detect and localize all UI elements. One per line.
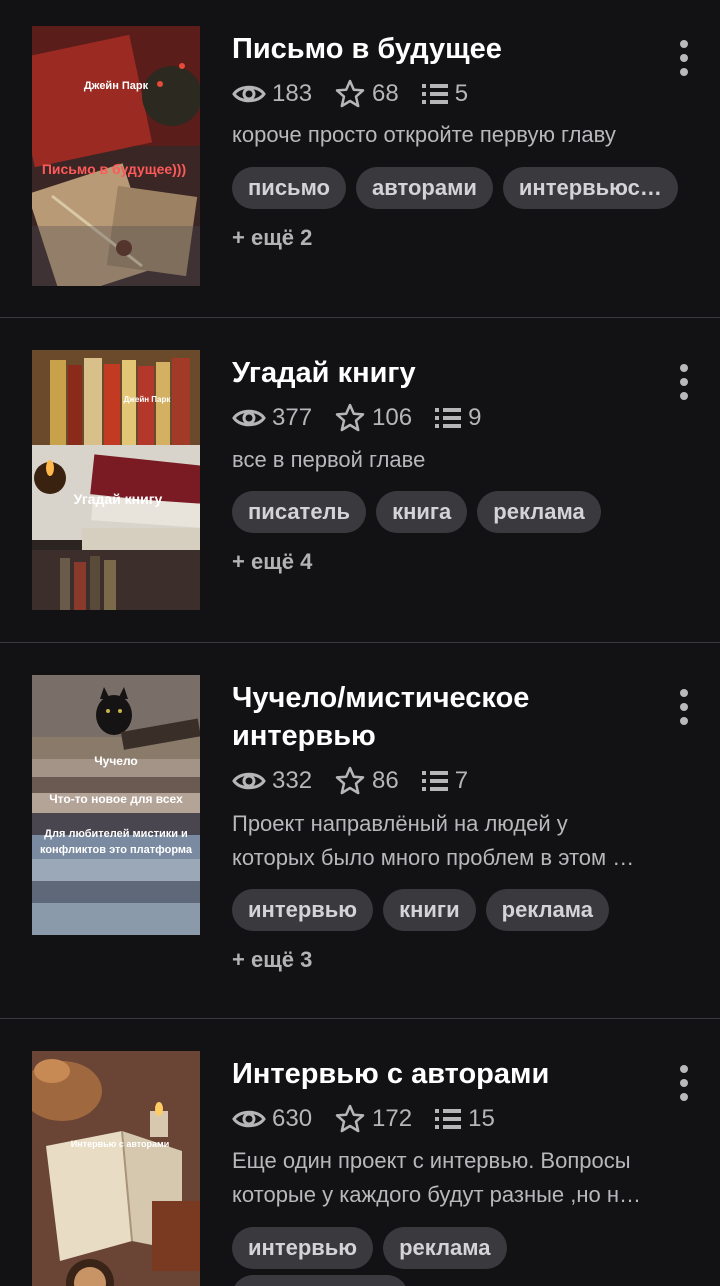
story-card[interactable]: Интервью с авторами Интервью с авторами … xyxy=(0,1019,720,1286)
tag-chip[interactable]: интервью xyxy=(232,1227,374,1269)
svg-text:Для любителей мистики и: Для любителей мистики и xyxy=(44,828,188,840)
story-cover[interactable]: Интервью с авторами xyxy=(32,1051,200,1286)
votes-count: 106 xyxy=(372,404,413,431)
story-list: Джейн Парк Письмо в будущее))) Письмо в … xyxy=(0,0,720,1286)
tag-chip[interactable]: авторами xyxy=(356,167,493,209)
more-tags-link[interactable]: + ещё 4 xyxy=(232,549,312,575)
story-stats: 377 106 9 xyxy=(232,402,503,434)
cover-image: Чучело Что-то новое для всех Для любител… xyxy=(32,675,200,935)
tag-chip[interactable]: интервьюс… xyxy=(502,167,678,209)
more-tags-link[interactable]: + ещё 3 xyxy=(232,947,312,973)
tag-chip-partial[interactable] xyxy=(232,1275,408,1286)
svg-text:Что-то новое для всех: Что-то новое для всех xyxy=(49,792,183,806)
svg-text:Интервью с авторами: Интервью с авторами xyxy=(71,1139,169,1149)
tag-list: писатель книга реклама xyxy=(232,491,692,533)
star-icon xyxy=(335,79,365,108)
svg-text:Письмо в будущее))): Письмо в будущее))) xyxy=(42,161,186,177)
parts-stat: 15 xyxy=(434,1105,495,1133)
more-tags-link[interactable]: + ещё 2 xyxy=(232,225,312,251)
tag-chip[interactable]: книга xyxy=(376,491,468,533)
cover-image: Джейн Парк Угадай книгу xyxy=(32,350,200,610)
list-icon xyxy=(421,84,448,104)
tag-chip[interactable]: реклама xyxy=(477,491,601,533)
story-description: Проект направлёный на людей у которых бы… xyxy=(232,811,635,870)
views-stat: 183 xyxy=(232,80,312,108)
tag-chip[interactable]: книги xyxy=(383,889,476,931)
svg-text:конфликтов это платформа: конфликтов это платформа xyxy=(40,844,193,856)
more-vertical-icon[interactable] xyxy=(668,687,700,727)
story-title[interactable]: Угадай книгу xyxy=(232,354,652,392)
votes-count: 86 xyxy=(372,767,399,794)
story-card[interactable]: Чучело Что-то новое для всех Для любител… xyxy=(0,643,720,1019)
tag-chip[interactable]: реклама xyxy=(383,1227,507,1269)
story-cover[interactable]: Джейн Парк Письмо в будущее))) xyxy=(32,26,200,286)
tag-list: интервью реклама xyxy=(232,1227,692,1269)
story-title[interactable]: Письмо в будущее xyxy=(232,30,652,68)
tag-chip[interactable]: реклама xyxy=(485,889,610,931)
story-title[interactable]: Чучело/мистическое интервью xyxy=(232,679,652,755)
views-count: 332 xyxy=(272,767,313,794)
svg-text:Чучело: Чучело xyxy=(94,754,138,768)
eye-icon xyxy=(232,1110,266,1128)
story-stats: 183 68 5 xyxy=(232,78,490,110)
eye-icon xyxy=(232,85,266,103)
votes-stat: 106 xyxy=(334,402,412,434)
parts-count: 9 xyxy=(468,404,482,431)
views-count: 377 xyxy=(272,404,313,431)
story-stats: 332 86 7 xyxy=(232,765,490,797)
parts-stat: 9 xyxy=(434,404,481,432)
tag-list: интервью книги реклама xyxy=(232,889,692,931)
more-vertical-icon[interactable] xyxy=(668,1063,700,1103)
votes-stat: 86 xyxy=(334,765,399,797)
list-icon xyxy=(435,1109,462,1129)
story-description: Еще один проект с интервью. Вопросы кото… xyxy=(232,1148,642,1207)
views-stat: 377 xyxy=(232,404,312,432)
views-stat: 332 xyxy=(232,767,312,795)
svg-text:Джейн Парк: Джейн Парк xyxy=(124,395,172,404)
tag-chip[interactable]: писатель xyxy=(232,491,367,533)
votes-count: 172 xyxy=(372,1105,413,1132)
tag-chip[interactable]: интервью xyxy=(232,889,374,931)
views-stat: 630 xyxy=(232,1105,312,1133)
parts-count: 7 xyxy=(454,767,469,794)
star-icon xyxy=(335,403,365,432)
list-icon xyxy=(435,408,462,428)
star-icon xyxy=(335,766,365,795)
eye-icon xyxy=(232,409,266,427)
story-card[interactable]: Джейн Парк Письмо в будущее))) Письмо в … xyxy=(0,0,720,318)
story-description: все в первой главе xyxy=(232,447,426,472)
story-stats: 630 172 15 xyxy=(232,1103,517,1135)
tag-chip[interactable]: письмо xyxy=(232,167,346,209)
story-title[interactable]: Интервью с авторами xyxy=(232,1055,652,1093)
tag-list: письмо авторами интервьюс… xyxy=(232,167,692,209)
eye-icon xyxy=(232,772,266,790)
more-vertical-icon[interactable] xyxy=(668,362,700,402)
parts-stat: 5 xyxy=(421,80,468,108)
views-count: 183 xyxy=(272,80,313,107)
star-icon xyxy=(335,1104,365,1133)
votes-stat: 68 xyxy=(334,78,399,110)
story-card[interactable]: Джейн Парк Угадай книгу Угадай книгу 377… xyxy=(0,318,720,643)
votes-stat: 172 xyxy=(334,1103,412,1135)
story-description: короче просто откройте первую главу xyxy=(232,122,616,147)
list-icon xyxy=(421,771,448,791)
svg-text:Угадай книгу: Угадай книгу xyxy=(74,491,163,507)
svg-text:Джейн Парк: Джейн Парк xyxy=(84,80,149,92)
cover-image: Интервью с авторами xyxy=(32,1051,200,1286)
story-cover[interactable]: Чучело Что-то новое для всех Для любител… xyxy=(32,675,200,935)
views-count: 630 xyxy=(272,1105,313,1132)
more-vertical-icon[interactable] xyxy=(668,38,700,78)
story-cover[interactable]: Джейн Парк Угадай книгу xyxy=(32,350,200,610)
cover-image: Джейн Парк Письмо в будущее))) xyxy=(32,26,200,286)
votes-count: 68 xyxy=(372,80,399,107)
parts-count: 15 xyxy=(468,1105,495,1132)
parts-count: 5 xyxy=(454,80,469,107)
parts-stat: 7 xyxy=(421,767,468,795)
